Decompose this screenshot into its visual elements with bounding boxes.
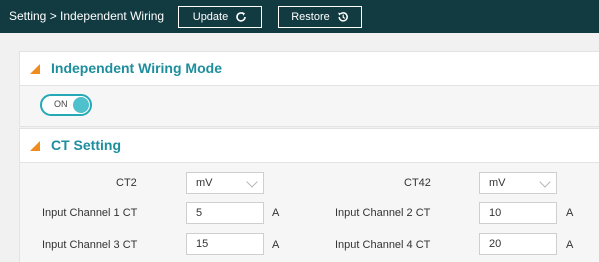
channel-3-unit: A: [272, 239, 280, 251]
restore-button-label: Restore: [291, 11, 330, 23]
panel-header: CT Setting: [20, 129, 599, 163]
refresh-icon: [236, 12, 247, 22]
ct42-label: CT42: [404, 177, 431, 189]
channel-3-input[interactable]: 15: [186, 233, 264, 255]
chevron-down-icon: [246, 176, 258, 188]
toggle-knob: [73, 97, 89, 113]
ct-setting-panel: CT Setting CT2 mV CT42 mV Input Channel …: [19, 128, 599, 262]
panel-title: CT Setting: [51, 137, 121, 153]
ct42-select[interactable]: mV: [479, 172, 557, 194]
panel-title: Independent Wiring Mode: [51, 60, 222, 76]
breadcrumb-text: Setting > Independent Wiring: [9, 9, 165, 23]
toggle-label: ON: [54, 99, 68, 109]
history-icon: [337, 12, 348, 22]
channel-4-input[interactable]: 20: [479, 233, 557, 255]
collapse-triangle-icon[interactable]: [30, 64, 40, 74]
top-bar: Setting > Independent Wiring Update Rest…: [0, 0, 599, 33]
channel-3-label: Input Channel 3 CT: [42, 239, 138, 251]
restore-button[interactable]: Restore: [278, 6, 362, 28]
channel-4-label: Input Channel 4 CT: [335, 239, 431, 251]
channel-1-unit: A: [272, 207, 280, 219]
ct2-label: CT2: [116, 177, 137, 189]
channel-1-input[interactable]: 5: [186, 202, 264, 224]
chevron-down-icon: [539, 176, 551, 188]
ct42-select-value: mV: [489, 177, 506, 189]
breadcrumb: Setting > Independent Wiring: [9, 9, 164, 23]
channel-4-unit: A: [566, 239, 574, 251]
channel-2-label: Input Channel 2 CT: [335, 207, 431, 219]
independent-wiring-toggle[interactable]: ON: [40, 94, 92, 116]
channel-2-input[interactable]: 10: [479, 202, 557, 224]
independent-wiring-panel: Independent Wiring Mode ON: [19, 51, 599, 127]
ct2-select[interactable]: mV: [186, 172, 264, 194]
channel-2-unit: A: [566, 207, 574, 219]
update-button[interactable]: Update: [178, 6, 262, 28]
ct2-select-value: mV: [196, 177, 213, 189]
panel-header: Independent Wiring Mode: [20, 52, 599, 86]
collapse-triangle-icon[interactable]: [30, 141, 40, 151]
update-button-label: Update: [192, 11, 229, 23]
channel-1-label: Input Channel 1 CT: [42, 207, 138, 219]
content-area: Independent Wiring Mode ON CT Setting CT…: [0, 33, 599, 262]
